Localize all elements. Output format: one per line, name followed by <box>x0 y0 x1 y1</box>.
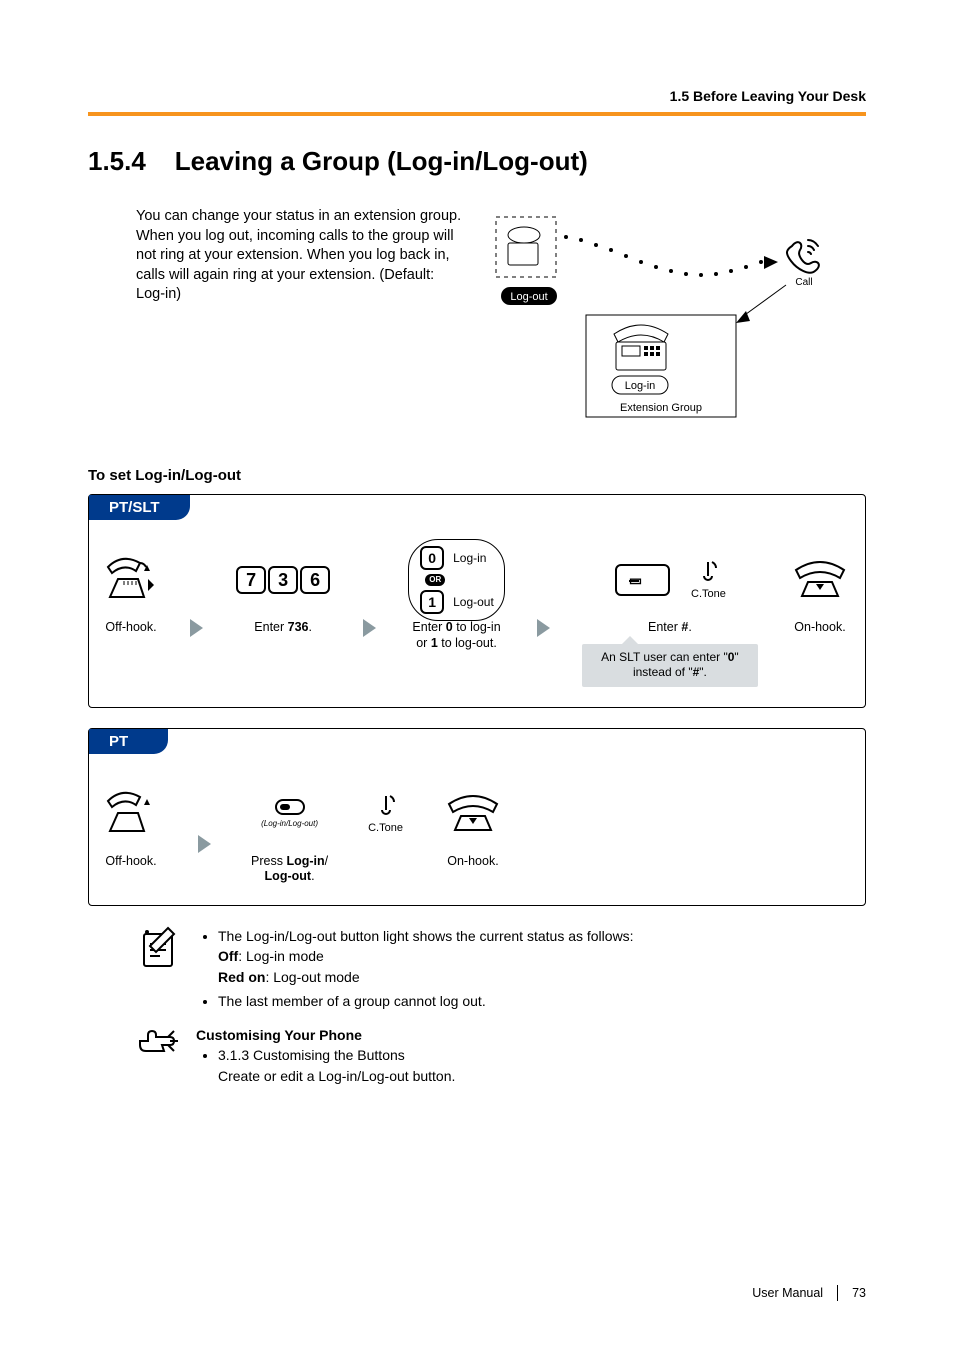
flow-tab-pt: PT <box>89 729 168 754</box>
call-label: Call <box>795 277 812 288</box>
choice-caption: Enter 0 to log-in or 1 to log-out. to lo… <box>412 620 500 651</box>
offhook-icon <box>104 550 158 610</box>
or-pill: OR <box>425 574 445 586</box>
customise-link[interactable]: 3.1.3 Customising the Buttons <box>218 1047 405 1063</box>
section-number: 1.5.4 <box>88 146 146 176</box>
login-label: Log-in <box>453 551 486 565</box>
intro-paragraph: You can change your status in an extensi… <box>136 207 466 437</box>
customise-title: Customising Your Phone <box>196 1027 455 1043</box>
offhook-caption: Off-hook. <box>105 620 156 636</box>
enter736-caption: Enter 7736. <box>254 620 312 636</box>
pointing-hand-icon <box>136 1027 180 1090</box>
login-logout-sub: (Log-in/Log-out) <box>261 819 318 828</box>
note-bullet-1: The Log-in/Log-out button light shows th… <box>218 926 634 987</box>
header-rule <box>88 112 866 116</box>
onhook-caption-pt: On-hook. <box>447 854 498 870</box>
arrow-icon <box>190 619 203 637</box>
page-footer: User Manual 73 <box>752 1285 866 1301</box>
choice-bubble: 0 Log-in OR 1 Log-out <box>408 539 505 621</box>
login-logout-button-icon: (Log-in/Log-out) <box>261 784 318 844</box>
key-3: 3 <box>268 566 298 594</box>
logout-pill-text: Log-out <box>510 291 547 303</box>
footer-manual: User Manual <box>752 1286 823 1300</box>
flow-ptslt: PT/SLT Off-hook. <box>88 494 866 708</box>
slt-note: An SLT user can enter "0" instead of "#"… <box>582 644 758 687</box>
ctone-label: C.Tone <box>691 588 726 600</box>
offhook-caption-pt: Off-hook. <box>105 854 156 870</box>
key-6: 6 <box>300 566 330 594</box>
section-title: 1.5.4 Leaving a Group (Log-in/Log-out) <box>88 146 866 177</box>
keys-736: 7 3 6 <box>235 550 331 610</box>
flow-tab-ptslt: PT/SLT <box>89 495 190 520</box>
key-1: 1 <box>420 590 444 614</box>
footer-page: 73 <box>852 1286 866 1300</box>
press-login-logout-caption: Press Log-in/Log-out. <box>251 854 328 885</box>
subheading: To set Log-in/Log-out <box>88 467 866 484</box>
key-7: 7 <box>236 566 266 594</box>
onhook-icon <box>790 550 850 610</box>
section-title-text: Leaving a Group (Log-in/Log-out) <box>175 146 588 176</box>
customise-desc: Create or edit a Log-in/Log-out button. <box>218 1068 455 1084</box>
ctone-label-pt: C.Tone <box>368 822 403 834</box>
customise-bullet: 3.1.3 Customising the Buttons Create or … <box>218 1045 455 1086</box>
ctone-icon: C.Tone <box>368 784 403 844</box>
ctone-icon <box>698 560 718 588</box>
notepad-icon <box>136 926 180 1015</box>
ext-group-label: Extension Group <box>620 402 702 414</box>
flow-pt: PT Off-hook. (Log-in/Log-out) <box>88 728 866 906</box>
arrow-icon <box>198 835 211 853</box>
running-head: 1.5 Before Leaving Your Desk <box>88 88 866 104</box>
group-diagram: Log-out Call <box>486 207 846 437</box>
enter-hash-caption: Enter #. <box>648 620 692 636</box>
arrow-icon <box>537 619 550 637</box>
logout-label: Log-out <box>453 595 494 609</box>
arrow-icon <box>363 619 376 637</box>
key-hash: ▭ <box>615 564 670 596</box>
login-pill-text: Log-in <box>625 380 656 392</box>
onhook-icon <box>443 784 503 844</box>
onhook-caption: On-hook. <box>794 620 845 636</box>
key-0: 0 <box>420 546 444 570</box>
note-bullet-2: The last member of a group cannot log ou… <box>218 991 634 1011</box>
offhook-icon <box>104 784 158 844</box>
